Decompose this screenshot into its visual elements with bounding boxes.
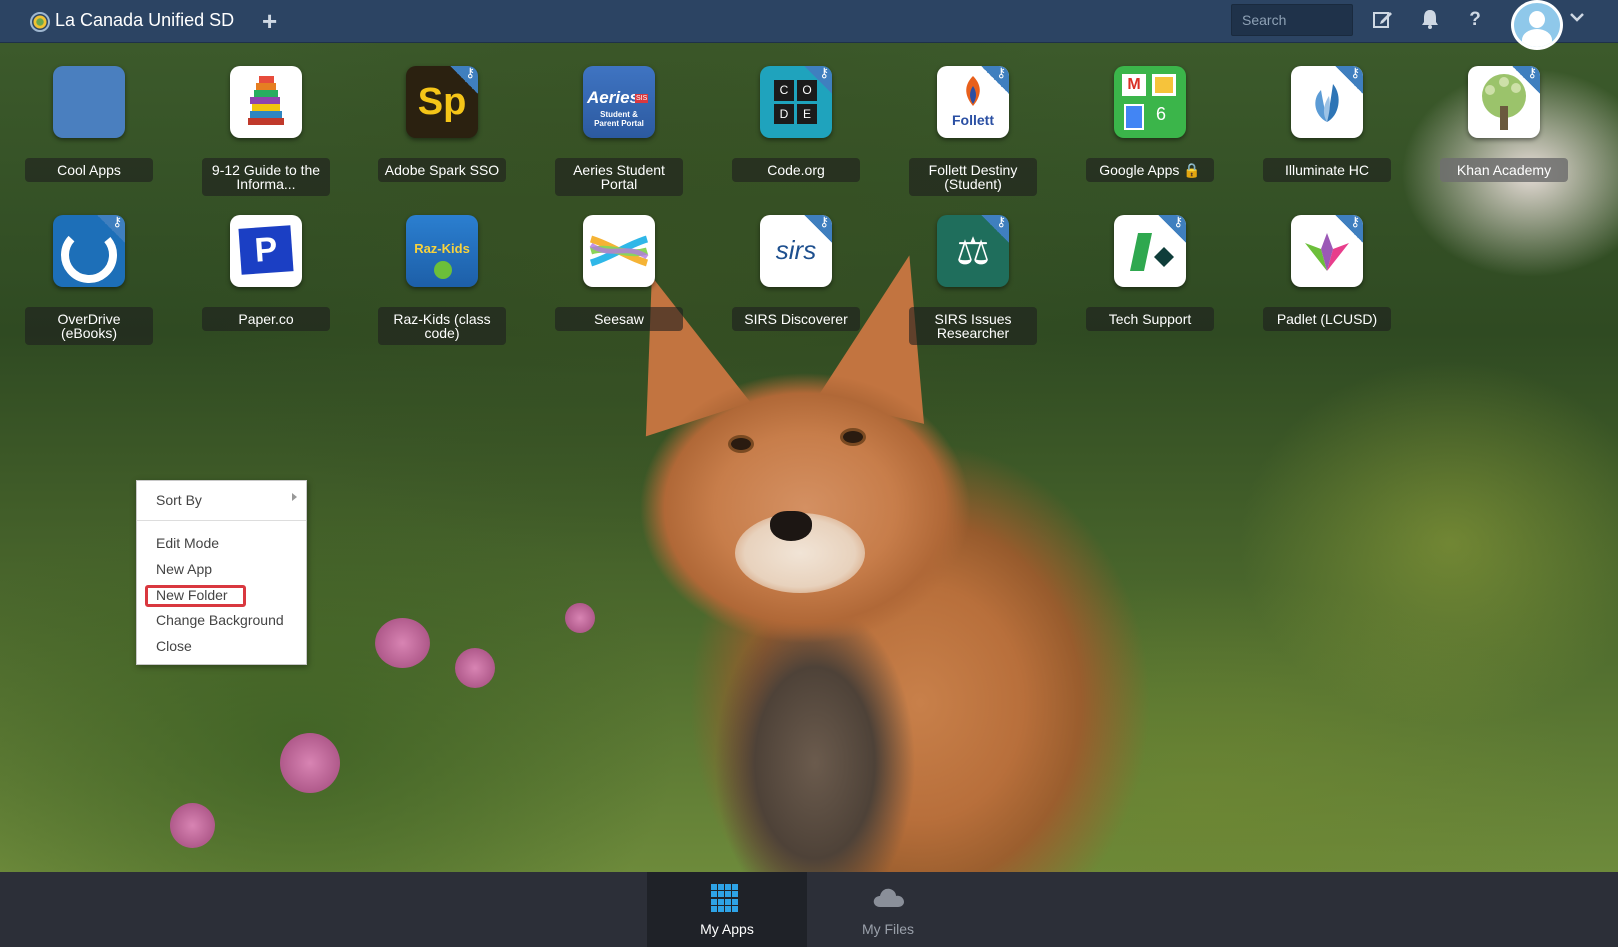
- code-letter: C: [774, 80, 794, 101]
- classroom-icon: [1152, 74, 1176, 96]
- app-label: Follett Destiny (Student): [909, 158, 1037, 196]
- avatar-head: [1529, 11, 1545, 28]
- aeries-subtitle: Student & Parent Portal: [594, 110, 644, 128]
- app-label: SIRS Issues Researcher: [909, 307, 1037, 345]
- sso-key-icon: [1512, 66, 1540, 94]
- flower: [455, 648, 495, 688]
- search-input[interactable]: Search: [1231, 4, 1353, 36]
- sso-key-icon: [97, 215, 125, 243]
- adobe-spark-icon[interactable]: Sp: [406, 66, 478, 138]
- fox-head: [640, 373, 970, 643]
- chevron-down-icon[interactable]: [1568, 8, 1586, 31]
- code-letter: D: [774, 103, 794, 124]
- menu-item-new-app[interactable]: New App: [156, 561, 212, 577]
- app-label: 9-12 Guide to the Informa...: [202, 158, 330, 196]
- app-label: Cool Apps: [25, 158, 153, 182]
- app-label: Padlet (LCUSD): [1263, 307, 1391, 331]
- top-bar: La Canada Unified SD + Search ?: [0, 0, 1618, 50]
- flower: [565, 603, 595, 633]
- submenu-arrow-icon: [292, 493, 297, 501]
- code-letter: E: [797, 103, 817, 124]
- fox-eye-right: [840, 428, 866, 446]
- add-button[interactable]: +: [262, 6, 277, 37]
- lock-icon: 🔒: [1183, 162, 1201, 178]
- sso-key-icon: [1335, 66, 1363, 94]
- fox-nose: [770, 511, 812, 541]
- khan-academy-icon[interactable]: [1468, 66, 1540, 138]
- raz-kids-glyph: Raz-Kids: [414, 241, 470, 256]
- org-title[interactable]: La Canada Unified SD: [55, 10, 234, 31]
- app-count: 6: [1156, 104, 1167, 124]
- paper-co-glyph: P: [238, 225, 294, 275]
- paper-co-icon[interactable]: P: [230, 215, 302, 287]
- app-label: Tech Support: [1086, 307, 1214, 331]
- sso-key-icon: [1335, 215, 1363, 243]
- edit-icon[interactable]: [1371, 8, 1395, 32]
- scales-icon[interactable]: ⚖: [937, 215, 1009, 287]
- sso-key-icon: [804, 66, 832, 94]
- sso-key-icon: [450, 66, 478, 94]
- docs-icon: [1124, 104, 1144, 130]
- illuminate-icon[interactable]: [1291, 66, 1363, 138]
- app-label: Aeries Student Portal: [555, 158, 683, 196]
- district-logo-icon: [30, 12, 50, 32]
- app-label: OverDrive (eBooks): [25, 307, 153, 345]
- app-label-text: Google Apps: [1099, 162, 1180, 178]
- raz-kids-mascot: [434, 261, 452, 279]
- app-label: Adobe Spark SSO: [378, 158, 506, 182]
- bottom-bar: My Apps My Files: [0, 872, 1618, 947]
- app-label: Paper.co: [202, 307, 330, 331]
- tab-label: My Files: [861, 921, 915, 937]
- aeries-badge: SIS: [635, 94, 649, 103]
- seesaw-icon[interactable]: [583, 215, 655, 287]
- menu-divider: [137, 520, 306, 521]
- app-label: Khan Academy: [1440, 158, 1568, 182]
- follett-glyph: Follett: [952, 112, 994, 128]
- app-label: Illuminate HC: [1263, 158, 1391, 182]
- sso-key-icon: [804, 215, 832, 243]
- books-icon[interactable]: [230, 66, 302, 138]
- app-label: Raz-Kids (class code): [378, 307, 506, 345]
- bell-icon[interactable]: [1418, 8, 1442, 32]
- raz-kids-icon[interactable]: Raz-Kids: [406, 215, 478, 287]
- gmail-icon: M: [1122, 74, 1146, 96]
- flower: [375, 618, 430, 668]
- app-label: Code.org: [732, 158, 860, 182]
- google-apps-icon[interactable]: M 6: [1114, 66, 1186, 138]
- folder-icon[interactable]: [53, 66, 125, 138]
- menu-item-change-background[interactable]: Change Background: [156, 612, 284, 628]
- tab-label: My Apps: [700, 921, 754, 937]
- app-label: Google Apps 🔒: [1086, 158, 1214, 182]
- user-avatar[interactable]: [1511, 0, 1563, 50]
- app-label: Seesaw: [555, 307, 683, 331]
- help-icon[interactable]: ?: [1463, 8, 1487, 32]
- context-menu: Sort By Edit Mode New App New Folder Cha…: [136, 480, 307, 665]
- menu-item-sort-by[interactable]: Sort By: [156, 492, 202, 508]
- menu-item-close[interactable]: Close: [156, 638, 192, 654]
- aeries-icon[interactable]: Aeries SIS Student & Parent Portal: [583, 66, 655, 138]
- tech-support-icon[interactable]: [1114, 215, 1186, 287]
- avatar-shoulders: [1522, 29, 1552, 47]
- padlet-icon[interactable]: [1291, 215, 1363, 287]
- flower: [280, 733, 340, 793]
- cloud-icon: [873, 888, 904, 907]
- follett-icon[interactable]: Follett: [937, 66, 1009, 138]
- sirs-icon[interactable]: sirs: [760, 215, 832, 287]
- app-label: SIRS Discoverer: [732, 307, 860, 331]
- aeries-glyph: Aeries: [587, 88, 639, 107]
- menu-item-new-folder[interactable]: New Folder: [156, 587, 228, 603]
- code-org-icon[interactable]: C O D E: [760, 66, 832, 138]
- fox-eye-left: [728, 435, 754, 453]
- overdrive-icon[interactable]: [53, 215, 125, 287]
- tab-my-files[interactable]: My Files: [808, 872, 968, 947]
- sso-key-icon: [1158, 215, 1186, 243]
- sso-key-icon: [981, 215, 1009, 243]
- flower: [170, 803, 215, 848]
- sso-key-icon: [981, 66, 1009, 94]
- tab-my-apps[interactable]: My Apps: [647, 872, 807, 947]
- menu-item-edit-mode[interactable]: Edit Mode: [156, 535, 219, 551]
- grid-icon: [711, 884, 739, 912]
